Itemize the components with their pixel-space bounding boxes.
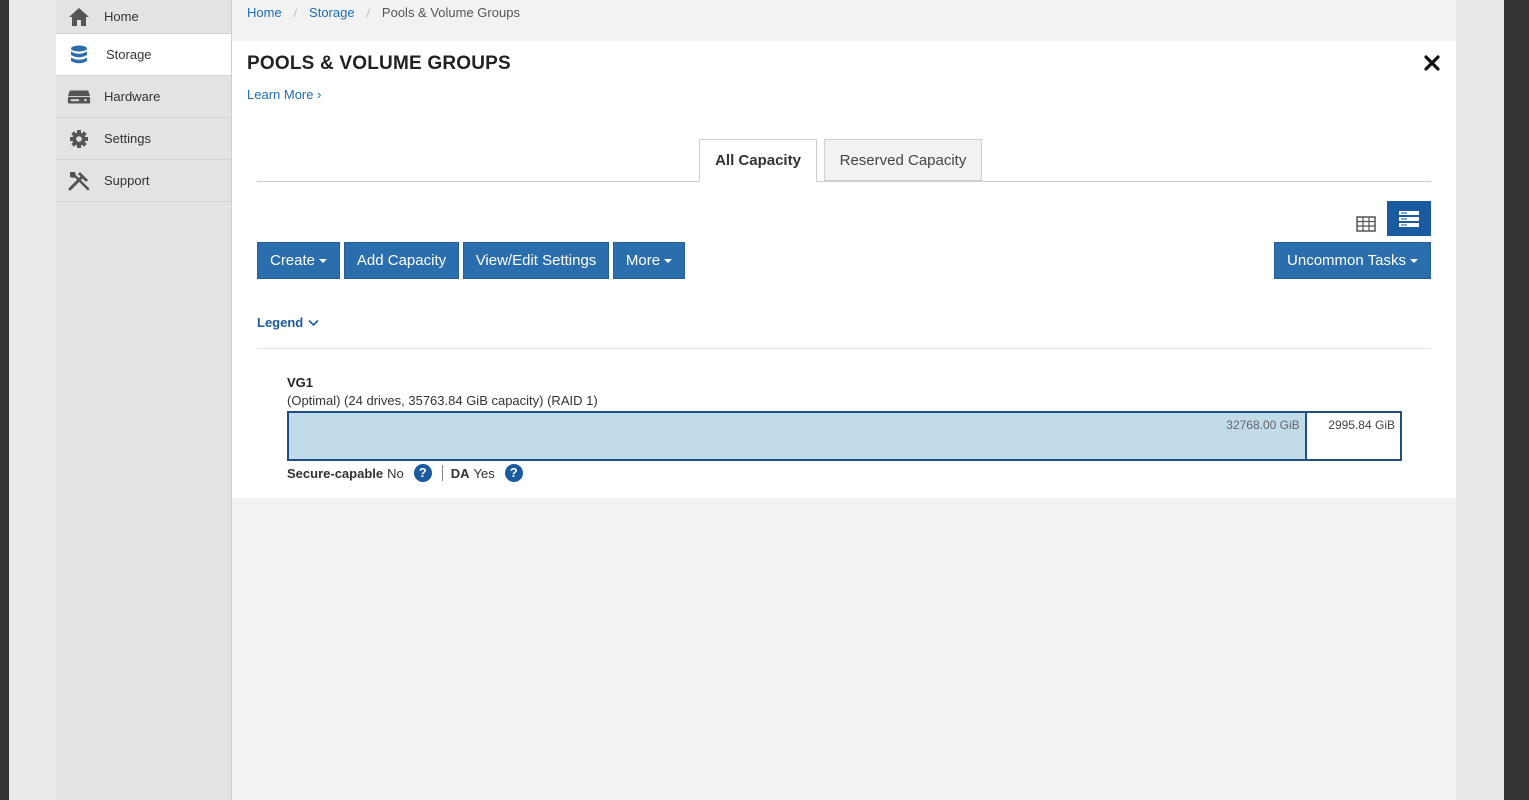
sidebar-item-support[interactable]: Support [56, 160, 231, 202]
capacity-used-segment[interactable]: 32768.00 GiB [289, 413, 1307, 459]
chevron-down-icon [319, 258, 328, 263]
hardware-icon [67, 85, 91, 109]
window-frame-left [0, 0, 9, 800]
chevron-down-icon [308, 319, 319, 326]
chevron-down-icon [664, 258, 673, 263]
capacity-free-label: 2995.84 GiB [1328, 418, 1395, 432]
chevron-down-icon [1409, 258, 1418, 263]
da-key: DA [450, 465, 470, 481]
tab-all-capacity[interactable]: All Capacity [699, 139, 817, 182]
list-view-icon[interactable] [1387, 201, 1431, 236]
sidebar-item-label: Home [104, 9, 139, 24]
da-value: Yes [473, 465, 495, 481]
tools-icon [67, 169, 91, 193]
breadcrumb-current: Pools & Volume Groups [381, 5, 520, 20]
view-edit-settings-button[interactable]: View/Edit Settings [463, 242, 609, 279]
home-icon [67, 5, 91, 29]
add-capacity-button[interactable]: Add Capacity [344, 242, 459, 279]
sidebar-item-hardware[interactable]: Hardware [56, 76, 231, 118]
sidebar-item-label: Storage [106, 47, 152, 62]
left-gutter [9, 0, 56, 800]
breadcrumb-separator: / [293, 5, 298, 20]
uncommon-tasks-label: Uncommon Tasks [1287, 252, 1406, 269]
tabs-divider [257, 181, 1431, 182]
learn-more-link[interactable]: Learn More › [247, 87, 321, 102]
window-frame-right [1504, 0, 1529, 800]
table-view-icon[interactable] [1349, 211, 1383, 237]
capacity-used-label: 32768.00 GiB [1226, 418, 1300, 432]
more-button[interactable]: More [613, 242, 685, 279]
page-title: POOLS & VOLUME GROUPS [247, 53, 511, 74]
capacity-free-segment[interactable]: 2995.84 GiB [1306, 413, 1400, 459]
secure-capable-key: Secure-capable [287, 465, 384, 481]
legend-label: Legend [257, 315, 304, 330]
tab-reserved-capacity[interactable]: Reserved Capacity [824, 139, 982, 181]
sidebar-item-storage[interactable]: Storage [56, 34, 231, 76]
breadcrumb-separator: / [366, 5, 370, 20]
breadcrumb-storage[interactable]: Storage [309, 5, 355, 20]
main-content: Home / Storage / Pools & Volume Groups P… [232, 0, 1456, 800]
sidebar-item-label: Hardware [104, 89, 161, 104]
volume-group-description: (Optimal) (24 drives, 35763.84 GiB capac… [287, 393, 598, 408]
more-button-label: More [625, 252, 661, 269]
create-button[interactable]: Create [257, 242, 340, 279]
help-icon[interactable]: ? [504, 464, 523, 482]
content-panel: POOLS & VOLUME GROUPS Learn More › All C… [232, 41, 1456, 498]
volume-group-name: VG1 [287, 375, 314, 390]
volume-group-attributes: Secure-capable No ? DA Yes ? [287, 464, 523, 482]
breadcrumb-home[interactable]: Home [247, 5, 282, 20]
sidebar: Home Storage Hardware Settings Support [56, 0, 232, 800]
secure-capable-value: No [387, 465, 404, 481]
sidebar-item-settings[interactable]: Settings [56, 118, 231, 160]
legend-divider [257, 348, 1431, 349]
create-button-label: Create [269, 252, 316, 269]
uncommon-tasks-button[interactable]: Uncommon Tasks [1274, 242, 1431, 279]
attribute-divider [441, 465, 443, 481]
capacity-bar[interactable]: 32768.00 GiB 2995.84 GiB [287, 411, 1402, 461]
sidebar-item-label: Settings [104, 131, 151, 146]
help-icon[interactable]: ? [413, 464, 432, 482]
sidebar-item-label: Support [104, 173, 150, 188]
sidebar-item-home[interactable]: Home [56, 0, 231, 34]
database-icon [67, 43, 91, 67]
close-icon[interactable] [1424, 55, 1440, 71]
breadcrumb: Home / Storage / Pools & Volume Groups [247, 5, 520, 20]
legend-toggle[interactable]: Legend [257, 315, 319, 330]
right-gutter [1456, 0, 1504, 800]
gear-icon [67, 127, 91, 151]
